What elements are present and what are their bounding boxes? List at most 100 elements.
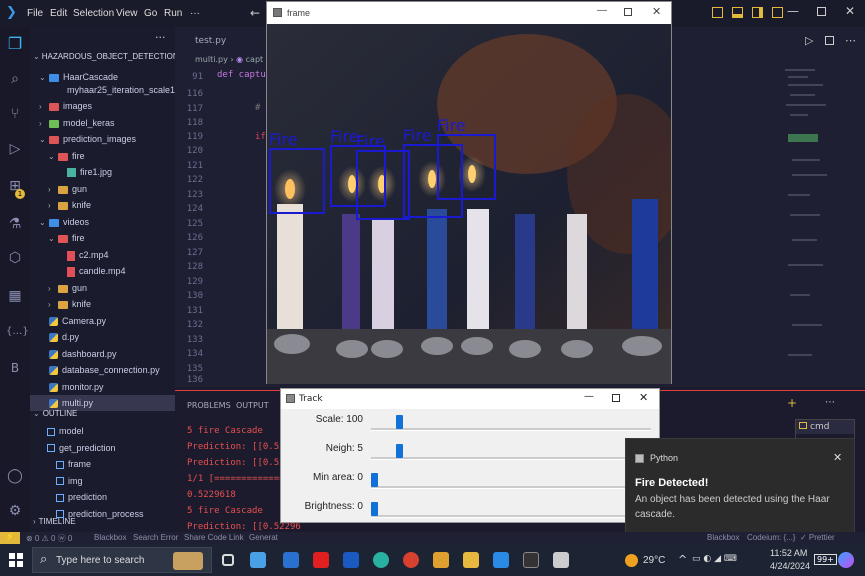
explorer-more-icon[interactable]: ··· (155, 31, 166, 44)
badge-app-icon[interactable] (433, 552, 449, 568)
back-arrow-icon[interactable]: ← (250, 6, 260, 20)
outline-item[interactable]: frame (30, 456, 175, 472)
editor-run-icon[interactable]: ▷ (805, 34, 813, 47)
breadcrumb-file[interactable]: multi.py (195, 55, 228, 64)
status-blackbox-right[interactable]: Blackbox (707, 533, 739, 542)
python-window-icon[interactable] (553, 552, 569, 568)
status-share-link[interactable]: Share Code Link (184, 533, 244, 542)
tree-item[interactable]: › knife (30, 296, 175, 312)
json-icon[interactable]: {…} (6, 323, 29, 341)
split-editor-icon[interactable] (825, 36, 834, 45)
maximize-icon[interactable] (624, 8, 632, 16)
menu-view[interactable]: View (116, 8, 138, 19)
editor-tab[interactable]: test.py (175, 31, 259, 51)
task-view-icon[interactable] (222, 554, 234, 566)
timeline-header[interactable]: › TIMELINE (30, 515, 175, 529)
explorer-icon[interactable]: ❐ (6, 35, 24, 53)
menu-edit[interactable]: Edit (50, 8, 67, 19)
tree-item[interactable]: › knife (30, 197, 175, 213)
status-search-error[interactable]: Search Error (133, 533, 178, 542)
panel-tab-problems[interactable]: PROBLEMS (187, 401, 231, 410)
tree-item[interactable]: ⌄ prediction_images (30, 131, 175, 147)
problems-count[interactable]: ⊗ 0 ⚠ 0 ⓦ 0 (26, 533, 72, 544)
outlook-icon[interactable] (343, 552, 359, 568)
status-blackbox[interactable]: Blackbox (94, 533, 126, 542)
tree-item[interactable]: fire1.jpg (30, 164, 175, 180)
blackbox-icon[interactable]: B (6, 359, 24, 377)
store-icon[interactable] (250, 552, 266, 568)
code-line-91[interactable]: def captur (217, 70, 271, 80)
notification-toast[interactable]: Python ✕ Fire Detected! An object has be… (625, 438, 855, 533)
status-prettier[interactable]: ✓ Prettier (800, 533, 835, 542)
menu-run[interactable]: Run (164, 8, 182, 19)
weather-temp[interactable]: 29°C (643, 555, 665, 566)
slider-thumb[interactable] (371, 502, 378, 516)
maximize-icon[interactable] (612, 394, 620, 402)
breadcrumb-symbol[interactable]: capt (246, 55, 264, 64)
tree-item[interactable]: › model_keras (30, 115, 175, 131)
outline-item[interactable]: get_prediction (30, 440, 175, 456)
tree-item[interactable]: candle.mp4 (30, 263, 175, 279)
outline-header[interactable]: ⌄ OUTLINE (30, 407, 175, 421)
slider-track[interactable] (371, 515, 651, 518)
toast-close-icon[interactable]: ✕ (833, 451, 842, 464)
tree-item[interactable]: › images (30, 98, 175, 114)
frame-titlebar[interactable]: frame — ✕ (267, 2, 671, 24)
clock-time[interactable]: 11:52 AM (770, 548, 807, 558)
panel-add-icon[interactable]: + (787, 396, 797, 410)
file-explorer-icon[interactable] (463, 552, 479, 568)
slider-track[interactable] (371, 486, 651, 489)
clock-date[interactable]: 4/24/2024 (770, 561, 810, 571)
tree-item[interactable]: ⌄ fire (30, 148, 175, 164)
minimize-icon[interactable]: — (597, 5, 607, 16)
menu-more[interactable]: ··· (190, 8, 200, 19)
tree-item[interactable]: dashboard.py (30, 346, 175, 362)
terminal-taskbar-icon[interactable] (523, 552, 539, 568)
outline-item[interactable]: model (30, 423, 175, 439)
window-restore-icon[interactable] (817, 7, 826, 16)
code-if-119[interactable]: if (255, 132, 266, 142)
slider-track[interactable] (371, 428, 651, 431)
close-icon[interactable]: ✕ (652, 5, 661, 18)
tree-item[interactable]: Camera.py (30, 313, 175, 329)
tree-item[interactable]: ⌄ videos (30, 214, 175, 230)
mail-icon[interactable] (283, 552, 299, 568)
tree-item[interactable]: d.py (30, 329, 175, 345)
tree-item[interactable]: myhaar25_iteration_scale1... (30, 82, 175, 98)
code-comment-117[interactable]: # (255, 103, 260, 113)
menu-file[interactable]: File (27, 8, 43, 19)
source-control-icon[interactable]: ⑂ (6, 105, 24, 123)
window-minimize-icon[interactable]: — (787, 4, 799, 18)
slider-track[interactable] (371, 457, 651, 460)
status-codeium[interactable]: Codeium: {...} (747, 533, 795, 542)
tree-item[interactable]: monitor.py (30, 379, 175, 395)
tree-item[interactable]: ⌄ fire (30, 230, 175, 246)
account-icon[interactable]: ◯ (6, 467, 24, 485)
remote-indicator[interactable]: ⚡ (0, 532, 20, 544)
copilot-icon[interactable] (838, 552, 854, 568)
taskbar-search[interactable]: ⌕ Type here to search (32, 547, 212, 573)
tree-item[interactable]: database_connection.py (30, 362, 175, 378)
settings-gear-icon[interactable]: ⚙ (6, 502, 24, 520)
docker-icon[interactable]: ▦ (6, 287, 24, 305)
tree-item[interactable]: c2.mp4 (30, 247, 175, 263)
tree-item[interactable]: › gun (30, 280, 175, 296)
editor-more-icon[interactable]: ⋯ (845, 34, 856, 47)
toggle-panel-icon[interactable] (732, 7, 743, 18)
slider-thumb[interactable] (371, 473, 378, 487)
notification-count-badge[interactable]: 99+ (814, 554, 837, 565)
panel-tab-output[interactable]: OUTPUT (236, 401, 269, 410)
start-button[interactable] (9, 553, 23, 567)
slider-thumb[interactable] (396, 415, 404, 429)
terminal-item-cmd[interactable]: cmd (796, 420, 854, 434)
status-generate[interactable]: Generat (249, 533, 278, 542)
testing-icon[interactable]: ⚗ (6, 215, 24, 233)
search-icon[interactable]: ⌕ (6, 70, 24, 88)
close-icon[interactable]: ✕ (639, 391, 648, 404)
youtube-icon[interactable] (313, 552, 329, 568)
minimize-icon[interactable]: — (584, 391, 594, 402)
panel-more-icon[interactable]: ⋯ (825, 397, 835, 408)
menu-selection[interactable]: Selection (73, 8, 114, 19)
chrome-icon[interactable] (403, 552, 419, 568)
tray-chevron-icon[interactable]: ^ (678, 553, 687, 566)
